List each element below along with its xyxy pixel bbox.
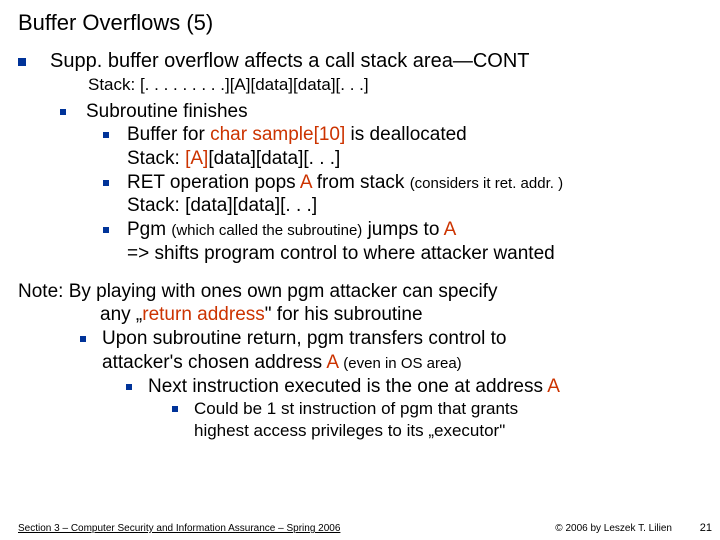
note-l2-row: Upon subroutine return, pgm transfers co… (80, 327, 702, 375)
slide-title: Buffer Overflows (5) (18, 10, 702, 36)
bullet-icon (103, 123, 109, 147)
sub1-text: Subroutine finishes (86, 101, 702, 123)
b1c-text: Pgm (which called the subroutine) jumps … (127, 218, 702, 266)
b1a-post: is deallocated (345, 124, 466, 145)
bullet-icon (60, 101, 66, 123)
bullet-icon (103, 218, 109, 242)
slide: Buffer Overflows (5) Supp. buffer overfl… (0, 0, 720, 540)
b1a-text: Buffer for char sample[10] is deallocate… (127, 123, 702, 171)
b1c-mid: jumps to (362, 219, 443, 240)
bullet-icon (126, 375, 132, 399)
note-l4a: Could be 1 st instruction of pgm that gr… (194, 399, 518, 418)
note-l1b-ret: return address (142, 304, 265, 325)
note-l4-row: Could be 1 st instruction of pgm that gr… (172, 398, 702, 441)
note-l2b-A: A (326, 352, 338, 373)
note-l2a: Upon subroutine return, pgm transfers co… (102, 328, 506, 349)
note-l3-pre: Next instruction executed is the one at … (148, 376, 547, 397)
note-l3-text: Next instruction executed is the one at … (148, 375, 702, 399)
b1c-note: (which called the subroutine) (171, 222, 362, 239)
page-number: 21 (700, 522, 712, 534)
bullet-icon (18, 50, 26, 73)
note-block: Note: By playing with ones own pgm attac… (18, 280, 702, 441)
copyright-text: © 2006 by Leszek T. Lilien (555, 523, 672, 534)
stack-line-0: Stack: [. . . . . . . . .][A][data][data… (88, 75, 702, 95)
b1b-post: from stack (312, 172, 410, 193)
b1a-stack-pre: Stack: (127, 148, 185, 169)
b1b-text: RET operation pops A from stack (conside… (127, 171, 702, 219)
note-l4b: highest access privileges to its „execut… (194, 421, 505, 440)
b1b-row: RET operation pops A from stack (conside… (96, 171, 702, 219)
headline-text: Supp. buffer overflow affects a call sta… (50, 50, 702, 73)
b1c-pre: Pgm (127, 219, 171, 240)
note-l1b: any „return address" for his subroutine (100, 303, 702, 327)
b1b-A: A (300, 172, 312, 193)
note-l2-text: Upon subroutine return, pgm transfers co… (102, 327, 702, 375)
b1c-A: A (444, 219, 457, 240)
b1b-note: (considers it ret. addr. ) (410, 175, 563, 192)
note-l3-A: A (547, 376, 560, 397)
note-l1b-post: " for his subroutine (265, 304, 423, 325)
headline-row: Supp. buffer overflow affects a call sta… (18, 50, 702, 73)
sub1-row: Subroutine finishes (60, 101, 702, 123)
b1b-stack: Stack: [data][data][. . .] (127, 195, 317, 216)
footer-text: Section 3 – Computer Security and Inform… (18, 523, 340, 534)
note-l1b-pre: any „ (100, 304, 142, 325)
b1a-row: Buffer for char sample[10] is deallocate… (96, 123, 702, 171)
b1a-code: char sample[10] (210, 124, 345, 145)
b1a-stack-mid: [A] (185, 148, 208, 169)
note-l3-row: Next instruction executed is the one at … (126, 375, 702, 399)
b1a-stack-post: [data][data][. . .] (208, 148, 340, 169)
note-l1a: Note: By playing with ones own pgm attac… (18, 280, 702, 304)
bullet-icon (80, 327, 86, 351)
note-l4-text: Could be 1 st instruction of pgm that gr… (194, 398, 702, 441)
b1c-line2: => shifts program control to where attac… (127, 243, 555, 264)
bullet-icon (103, 171, 109, 195)
sub-block: Buffer for char sample[10] is deallocate… (96, 123, 702, 266)
b1a-pre: Buffer for (127, 124, 210, 145)
b1b-pre: RET operation pops (127, 172, 300, 193)
note-l2b-pre: attacker's chosen address (102, 352, 326, 373)
bullet-icon (172, 398, 178, 419)
note-l2b-note: (even in OS area) (343, 355, 461, 372)
b1c-row: Pgm (which called the subroutine) jumps … (96, 218, 702, 266)
